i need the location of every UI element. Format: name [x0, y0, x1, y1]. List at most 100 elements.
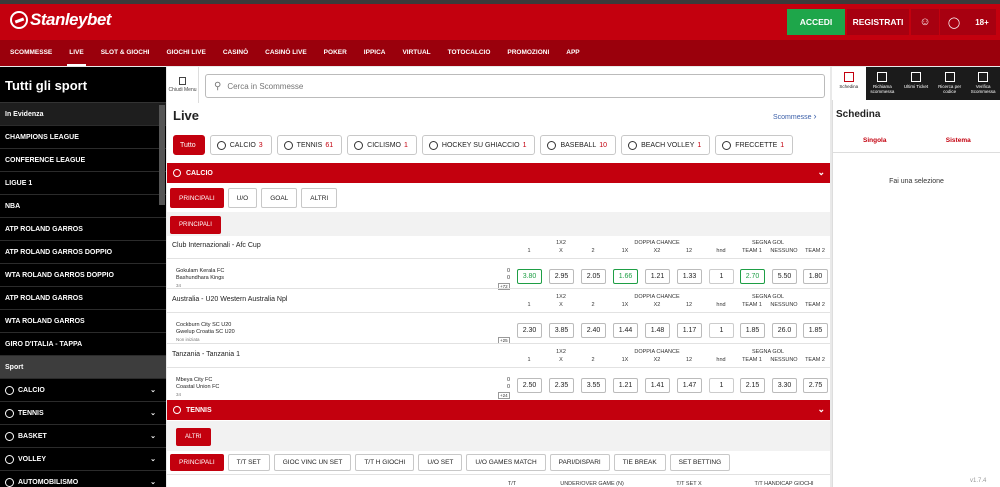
nav-item-app[interactable]: APP — [566, 40, 579, 66]
match-teams[interactable]: Cockburn City SC U20 Gwelup Croatia SC U2… — [176, 322, 235, 343]
tennis-tab-u-o-set[interactable]: U/O SET — [418, 454, 463, 471]
register-button[interactable]: REGISTRATI — [847, 9, 909, 35]
odd-button[interactable]: 3.55 — [581, 378, 606, 393]
odd-button[interactable]: 1.44 — [613, 323, 638, 338]
odd-button[interactable]: 3.80 — [517, 269, 542, 284]
tab-singola[interactable]: Singola — [833, 129, 917, 152]
filter-chip-beach-volley[interactable]: BEACH VOLLEY 1 — [621, 135, 711, 155]
odd-button[interactable]: 1.33 — [677, 269, 702, 284]
sidebar-item[interactable]: CHAMPIONS LEAGUE — [0, 126, 166, 149]
odd-button[interactable]: 1.80 — [803, 269, 828, 284]
filter-chip-calcio[interactable]: CALCIO 3 — [209, 135, 272, 155]
login-button[interactable]: ACCEDI — [787, 9, 845, 35]
sidebar-sport-tennis[interactable]: TENNIS ⌄ — [0, 402, 166, 425]
filter-chip-tutto[interactable]: Tutto — [173, 135, 205, 155]
subtab-principali[interactable]: PRINCIPALI — [170, 216, 221, 234]
sidebar-item[interactable]: LIGUE 1 — [0, 172, 166, 195]
section-calcio[interactable]: CALCIO ⌄ — [167, 163, 830, 183]
nav-item-poker[interactable]: POKER — [324, 40, 347, 66]
market-tab-goal[interactable]: GOAL — [261, 188, 298, 208]
filter-chip-freccette[interactable]: FRECCETTE 1 — [715, 135, 794, 155]
match-teams[interactable]: Mbeya City FC Coastal Union FC 34 — [176, 377, 219, 398]
nav-item-ippica[interactable]: IPPICA — [364, 40, 386, 66]
match-teams[interactable]: Gokulam Kerala FC Bashundhara Kings 34 — [176, 268, 224, 289]
sidebar-item[interactable]: CONFERENCE LEAGUE — [0, 149, 166, 172]
odd-button[interactable]: 1.85 — [803, 323, 828, 338]
odd-button[interactable]: 3.85 — [549, 323, 574, 338]
nav-item-slot-giochi[interactable]: SLOT & GIOCHI — [101, 40, 150, 66]
user-icon[interactable]: ☺ — [911, 9, 939, 35]
odd-button[interactable]: 2.35 — [549, 378, 574, 393]
more-markets-button[interactable]: +24 — [498, 392, 510, 399]
odd-button[interactable]: 2.05 — [581, 269, 606, 284]
filter-chip-hockey-su-ghiaccio[interactable]: HOCKEY SU GHIACCIO 1 — [421, 135, 536, 155]
betslip-tool-ricerca-per-codice[interactable]: Ricerca per codice — [933, 67, 967, 100]
filter-chip-ciclismo[interactable]: CICLISMO 1 — [347, 135, 417, 155]
odd-button[interactable]: 2.50 — [517, 378, 542, 393]
betslip-tool-verifica-scommessa[interactable]: Verifica Scommessa — [966, 67, 1000, 100]
nav-item-live[interactable]: LIVE — [67, 40, 87, 66]
filter-chip-baseball[interactable]: BASEBALL 10 — [540, 135, 617, 155]
market-tab-altri[interactable]: ALTRI — [301, 188, 338, 208]
sidebar-item[interactable]: ATP ROLAND GARROS DOPPIO — [0, 241, 166, 264]
tennis-tab-gioc-vinc-un-set[interactable]: GIOC VINC UN SET — [273, 454, 352, 471]
search-box[interactable]: ⚲ — [205, 74, 825, 98]
odd-button[interactable]: 1.17 — [677, 323, 702, 338]
market-tab-u-o[interactable]: U/O — [227, 188, 258, 208]
subtab-altri[interactable]: ALTRI — [176, 428, 211, 446]
odd-button[interactable]: 2.40 — [581, 323, 606, 338]
sidebar-item[interactable]: WTA ROLAND GARROS DOPPIO — [0, 264, 166, 287]
betslip-tool-ultimi-ticket[interactable]: Ultimi Ticket — [899, 67, 933, 100]
nav-item-casin[interactable]: CASINÒ — [223, 40, 248, 66]
odd-button[interactable]: 2.30 — [517, 323, 542, 338]
odd-button[interactable]: 3.30 — [772, 378, 797, 393]
odd-button[interactable]: 2.95 — [549, 269, 574, 284]
tennis-tab-set-betting[interactable]: SET BETTING — [669, 454, 731, 471]
odd-button[interactable]: 1.21 — [645, 269, 670, 284]
chat-icon[interactable]: ◯ — [940, 9, 968, 35]
nav-item-scommesse[interactable]: SCOMMESSE — [10, 40, 52, 66]
sidebar-sport-calcio[interactable]: CALCIO ⌄ — [0, 379, 166, 402]
sidebar-sport-volley[interactable]: VOLLEY ⌄ — [0, 448, 166, 471]
tennis-tab-tie-break[interactable]: TIE BREAK — [613, 454, 666, 471]
league-name[interactable]: Australia - U20 Western Australia Npl — [172, 296, 287, 303]
odd-button[interactable]: 2.75 — [803, 378, 828, 393]
odd-button[interactable]: 2.70 — [740, 269, 765, 284]
tennis-tab-t-t-set[interactable]: T/T SET — [227, 454, 270, 471]
odd-button[interactable]: 1.66 — [613, 269, 638, 284]
chevron-down-icon[interactable]: ⌄ — [817, 404, 825, 415]
odd-button[interactable]: 5.50 — [772, 269, 797, 284]
league-name[interactable]: Tanzania - Tanzania 1 — [172, 351, 240, 358]
nav-item-totocalcio[interactable]: TOTOCALCIO — [448, 40, 491, 66]
tennis-tab-t-t-h-giochi[interactable]: T/T H GIOCHI — [355, 454, 415, 471]
odd-button[interactable]: 1.47 — [677, 378, 702, 393]
nav-item-giochi-live[interactable]: GIOCHI LIVE — [166, 40, 205, 66]
betslip-tool-schedina[interactable]: Schedina — [832, 67, 866, 100]
scommesse-link[interactable]: Scommesse › — [773, 111, 816, 121]
sidebar-item[interactable]: GIRO D'ITALIA - TAPPA — [0, 333, 166, 356]
sidebar-item[interactable]: WTA ROLAND GARROS — [0, 310, 166, 333]
odd-button[interactable]: 1.48 — [645, 323, 670, 338]
sidebar-item[interactable]: ATP ROLAND GARROS — [0, 218, 166, 241]
tab-sistema[interactable]: Sistema — [917, 129, 1000, 152]
section-tennis[interactable]: TENNIS ⌄ — [167, 400, 830, 420]
sidebar-item[interactable]: ATP ROLAND GARROS — [0, 287, 166, 310]
odd-button[interactable]: 1.21 — [613, 378, 638, 393]
odd-button[interactable]: 2.15 — [740, 378, 765, 393]
odd-button[interactable]: 1.85 — [740, 323, 765, 338]
sidebar-sport-automobilismo[interactable]: AUTOMOBILISMO ⌄ — [0, 471, 166, 487]
nav-item-virtual[interactable]: VIRTUAL — [402, 40, 430, 66]
tennis-tab-principali[interactable]: PRINCIPALI — [170, 454, 224, 471]
betslip-tool-richiama-scommessa[interactable]: Richiama scommessa — [866, 67, 900, 100]
league-name[interactable]: Club Internazionali - Afc Cup — [172, 242, 261, 249]
filter-chip-tennis[interactable]: TENNIS 61 — [276, 135, 343, 155]
nav-item-promozioni[interactable]: PROMOZIONI — [507, 40, 549, 66]
sidebar-item[interactable]: NBA — [0, 195, 166, 218]
odd-button[interactable]: 26.0 — [772, 323, 797, 338]
search-input[interactable] — [227, 81, 728, 91]
tennis-tab-u-o-games-match[interactable]: U/O GAMES MATCH — [466, 454, 546, 471]
tennis-tab-pari-dispari[interactable]: PARI/DISPARI — [549, 454, 610, 471]
sidebar-scrollbar[interactable] — [159, 105, 165, 205]
odd-button[interactable]: 1.41 — [645, 378, 670, 393]
sidebar-sport-basket[interactable]: BASKET ⌄ — [0, 425, 166, 448]
